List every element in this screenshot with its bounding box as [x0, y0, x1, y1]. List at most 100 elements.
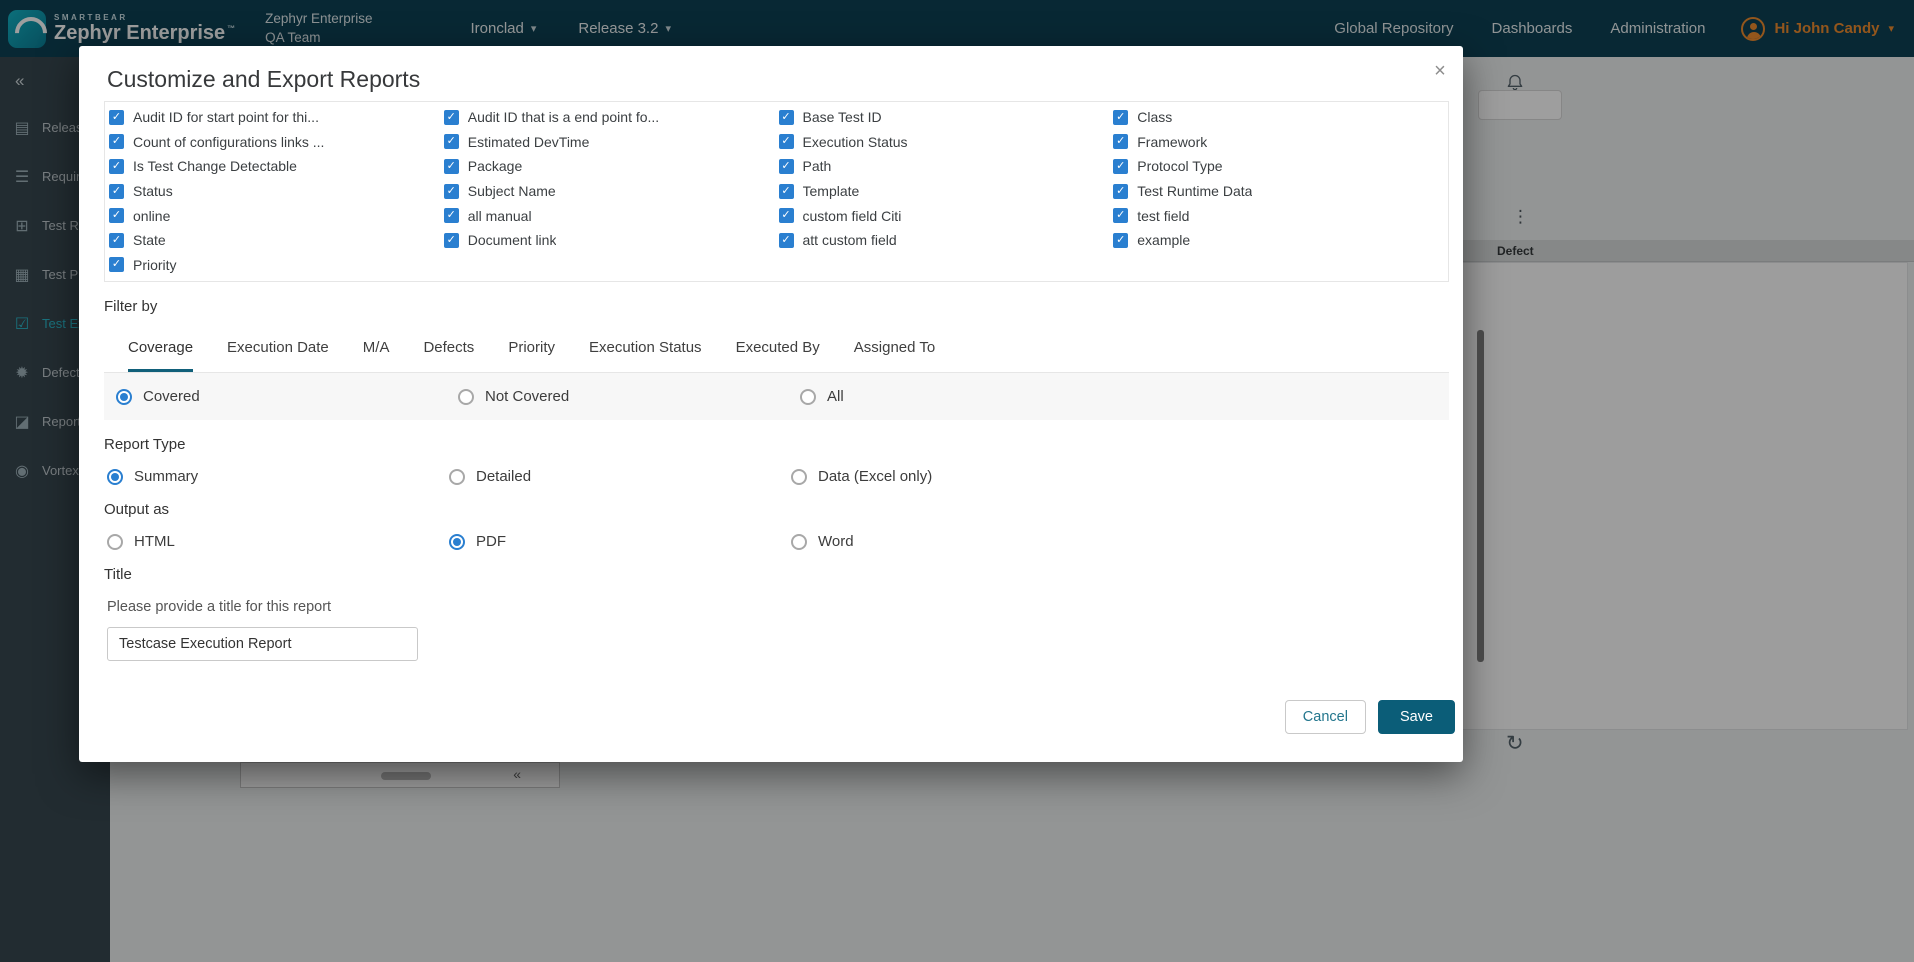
checkbox-icon	[443, 134, 459, 150]
option-label: HTML	[134, 533, 175, 550]
radio-icon	[800, 388, 816, 405]
output-options: HTML PDF Word	[107, 533, 1449, 550]
checkbox-icon	[443, 158, 459, 174]
field-label: Estimated DevTime	[467, 133, 590, 150]
output-radio-word[interactable]: Word	[791, 533, 1449, 550]
field-checkbox[interactable]: Estimated DevTime	[443, 133, 779, 150]
checkbox-icon	[1113, 158, 1129, 174]
checkbox-icon	[1113, 109, 1129, 125]
checkbox-icon	[109, 208, 124, 224]
filter-tab-priority[interactable]: Priority	[508, 339, 555, 372]
filter-tab-execution-date[interactable]: Execution Date	[227, 339, 329, 372]
filter-tab-assigned-to[interactable]: Assigned To	[854, 339, 935, 372]
field-checkbox[interactable]: Path	[778, 158, 1114, 174]
field-checkbox[interactable]: example	[1113, 232, 1448, 248]
field-checkbox[interactable]: Document link	[443, 232, 779, 249]
field-checkbox[interactable]: custom field Citi	[778, 207, 1114, 224]
filter-tab-coverage[interactable]: Coverage	[128, 339, 194, 372]
report-type-radio-data-excel-only[interactable]: Data (Excel only)	[791, 468, 1449, 485]
modal-footer: Cancel Save	[1284, 700, 1455, 734]
filter-tab-ma[interactable]: M/A	[363, 339, 390, 372]
option-label: Data (Excel only)	[818, 468, 933, 485]
field-label: Audit ID for start point for thi...	[133, 109, 319, 126]
field-label: Execution Status	[802, 133, 908, 150]
radio-icon	[791, 533, 807, 550]
checkbox-icon	[1113, 183, 1129, 199]
output-radio-pdf[interactable]: PDF	[449, 533, 791, 550]
field-label: Count of configurations links ...	[133, 133, 325, 150]
coverage-radio-not-covered[interactable]: Not Covered	[458, 388, 800, 405]
coverage-radio-covered[interactable]: Covered	[116, 388, 458, 405]
field-checkbox[interactable]: Priority	[109, 257, 444, 273]
option-label: Covered	[143, 388, 200, 405]
checkbox-icon	[109, 183, 124, 199]
field-checkbox[interactable]: Base Test ID	[778, 109, 1114, 125]
option-label: PDF	[476, 533, 506, 550]
field-label: State	[133, 232, 166, 249]
checkbox-icon	[109, 134, 124, 150]
checkbox-icon	[109, 109, 124, 125]
checkbox-icon	[1113, 134, 1129, 150]
field-label: Subject Name	[467, 183, 556, 200]
field-label: Package	[467, 158, 523, 175]
report-type-label: Report Type	[104, 436, 186, 453]
option-label: Detailed	[476, 468, 532, 485]
checkbox-icon	[1113, 232, 1129, 248]
field-label: Document link	[467, 232, 557, 249]
field-checkbox[interactable]: Class	[1113, 109, 1448, 125]
checkbox-icon	[1113, 208, 1129, 224]
filter-tab-executed-by[interactable]: Executed By	[736, 339, 820, 372]
field-checkbox[interactable]: Audit ID for start point for thi...	[109, 109, 444, 125]
field-checkbox[interactable]: Package	[443, 158, 779, 175]
cancel-button[interactable]: Cancel	[1284, 700, 1366, 734]
field-label: Status	[133, 183, 173, 200]
field-label: Audit ID that is a end point fo...	[467, 109, 660, 126]
radio-icon	[458, 388, 474, 405]
option-label: All	[827, 388, 844, 405]
checkbox-icon	[778, 158, 794, 174]
filter-tabs: Coverage Execution Date M/A Defects Priority…	[104, 315, 1449, 373]
field-label: Test Runtime Data	[1137, 183, 1253, 200]
title-label: Title	[104, 566, 132, 583]
checkbox-icon	[778, 183, 794, 199]
field-checkbox[interactable]: Execution Status	[778, 133, 1114, 150]
field-checkbox[interactable]: Is Test Change Detectable	[109, 158, 444, 174]
report-title-input[interactable]	[107, 627, 418, 661]
output-radio-html[interactable]: HTML	[107, 533, 449, 550]
field-checkbox[interactable]: Protocol Type	[1113, 158, 1448, 174]
field-checkbox[interactable]: Status	[109, 183, 444, 199]
field-checkbox[interactable]: State	[109, 232, 444, 248]
save-button[interactable]: Save	[1377, 700, 1455, 734]
report-type-radio-summary[interactable]: Summary	[107, 468, 449, 485]
field-label: att custom field	[802, 232, 897, 249]
filter-tab-defects[interactable]: Defects	[423, 339, 474, 372]
field-checkbox[interactable]: all manual	[443, 208, 779, 224]
field-checkbox[interactable]: Template	[778, 183, 1114, 199]
radio-icon	[449, 468, 465, 485]
modal-scrollbar-thumb[interactable]	[1477, 330, 1484, 662]
coverage-radio-all[interactable]: All	[800, 388, 1449, 405]
report-type-options: Summary Detailed Data (Excel only)	[107, 468, 1449, 485]
radio-icon	[449, 533, 465, 550]
field-label: custom field Citi	[802, 207, 902, 224]
modal-header: Customize and Export Reports ×	[79, 46, 1463, 99]
checkbox-icon	[778, 208, 794, 224]
field-checkbox[interactable]: att custom field	[778, 232, 1114, 249]
checkbox-icon	[778, 109, 794, 125]
field-checkbox[interactable]: online	[109, 208, 444, 224]
field-checkbox[interactable]: Test Runtime Data	[1113, 183, 1448, 199]
coverage-options: Covered Not Covered All	[104, 373, 1449, 420]
filter-by-label: Filter by	[104, 298, 158, 315]
field-checkbox[interactable]: Subject Name	[443, 183, 779, 200]
field-checkbox[interactable]: Framework	[1113, 134, 1448, 150]
field-checkbox[interactable]: Count of configurations links ...	[109, 134, 444, 150]
field-checkbox[interactable]: test field	[1113, 208, 1448, 224]
checkbox-icon	[778, 134, 794, 150]
modal-title: Customize and Export Reports	[107, 66, 421, 92]
filter-tab-execution-status[interactable]: Execution Status	[589, 339, 702, 372]
field-checkbox[interactable]: Audit ID that is a end point fo...	[443, 109, 779, 126]
close-icon[interactable]: ×	[1429, 60, 1451, 83]
radio-icon	[116, 388, 132, 405]
report-type-radio-detailed[interactable]: Detailed	[449, 468, 791, 485]
radio-icon	[107, 533, 123, 550]
